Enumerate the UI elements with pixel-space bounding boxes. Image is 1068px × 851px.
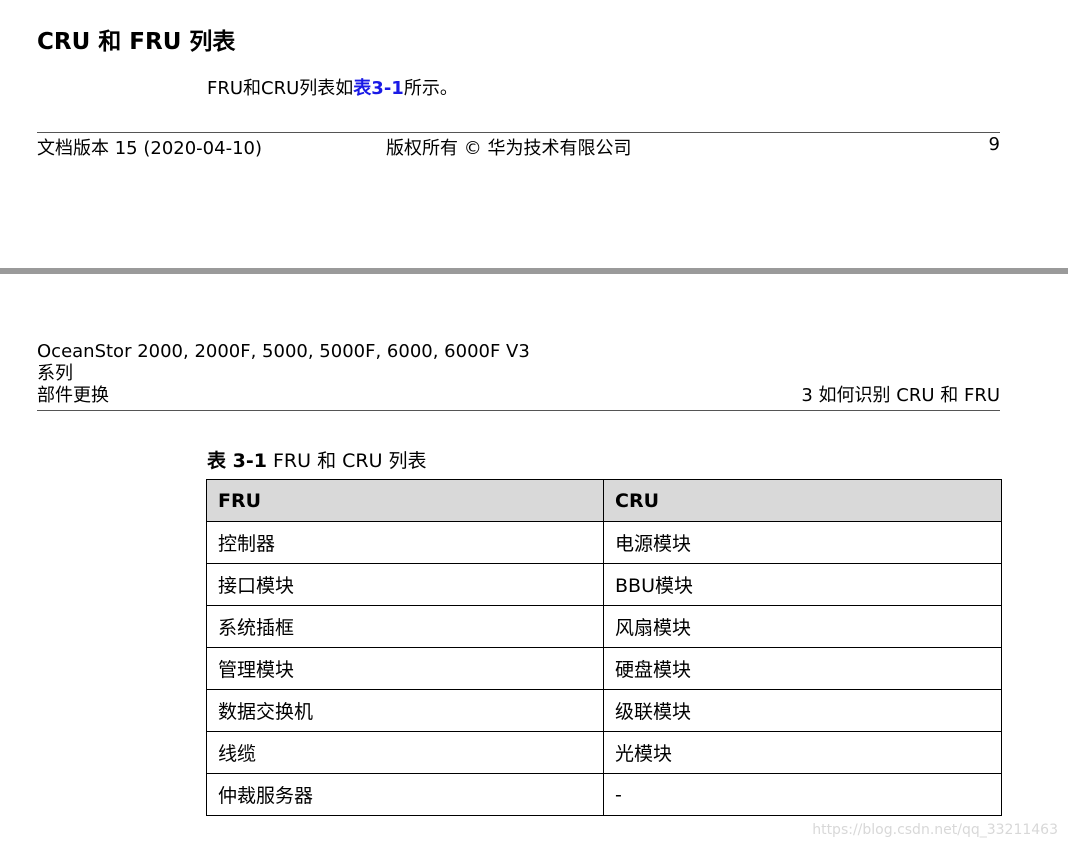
cru-cell: 硬盘模块 — [603, 647, 1002, 690]
fru-cru-table: FRU CRU 控制器 电源模块 接口模块 BBU模块 系统插框 风扇模块 管理… — [206, 479, 1002, 816]
fru-cell: 控制器 — [206, 521, 604, 564]
intro-suffix: 所示。 — [403, 78, 458, 99]
product-name-line1: OceanStor 2000, 2000F, 5000, 5000F, 6000… — [37, 341, 530, 362]
fru-cell: 数据交换机 — [206, 689, 604, 732]
product-name-line2: 系列 — [37, 363, 73, 384]
column-header-cru: CRU — [603, 479, 1002, 522]
section-title: CRU 和 FRU 列表 — [37, 29, 236, 55]
cru-cell: 级联模块 — [603, 689, 1002, 732]
table-caption-text: FRU 和 CRU 列表 — [266, 450, 427, 472]
chapter-title: 3 如何识别 CRU 和 FRU — [801, 385, 1000, 406]
table-caption-label: 表 3-1 — [207, 450, 267, 472]
doc-version: 文档版本 15 (2020-04-10) — [37, 138, 262, 159]
table-row: 接口模块 BBU模块 — [206, 563, 1002, 606]
cru-cell: 光模块 — [603, 731, 1002, 774]
table-ref-link[interactable]: 表3-1 — [353, 78, 404, 99]
table-row: 数据交换机 级联模块 — [206, 689, 1002, 732]
intro-prefix: FRU和CRU列表如 — [207, 78, 354, 99]
table-row: 线缆 光模块 — [206, 731, 1002, 774]
fru-cell: 线缆 — [206, 731, 604, 774]
fru-cell: 接口模块 — [206, 563, 604, 606]
table-row: 管理模块 硬盘模块 — [206, 647, 1002, 690]
table-row: 仲裁服务器 - — [206, 773, 1002, 816]
table-row: 控制器 电源模块 — [206, 521, 1002, 564]
table-row: 系统插框 风扇模块 — [206, 605, 1002, 648]
fru-cell: 管理模块 — [206, 647, 604, 690]
column-header-fru: FRU — [206, 479, 604, 522]
fru-cell: 系统插框 — [206, 605, 604, 648]
watermark: https://blog.csdn.net/qq_33211463 — [812, 822, 1058, 838]
page-header: OceanStor 2000, 2000F, 5000, 5000F, 6000… — [37, 341, 1000, 407]
page-number: 9 — [988, 134, 1000, 155]
header-divider — [37, 410, 1000, 411]
fru-cell: 仲裁服务器 — [206, 773, 604, 816]
cru-cell: BBU模块 — [603, 563, 1002, 606]
cru-cell: - — [603, 773, 1002, 816]
table-header-row: FRU CRU — [206, 479, 1002, 522]
footer-divider — [37, 132, 1000, 133]
cru-cell: 电源模块 — [603, 521, 1002, 564]
cru-cell: 风扇模块 — [603, 605, 1002, 648]
copyright: 版权所有 © 华为技术有限公司 — [386, 138, 632, 159]
intro-paragraph: FRU和CRU列表如表3-1所示。 — [207, 74, 458, 100]
page-footer: 文档版本 15 (2020-04-10) 版权所有 © 华为技术有限公司 9 — [37, 134, 1000, 159]
page-separator — [0, 268, 1068, 274]
table-caption: 表 3-1 FRU 和 CRU 列表 — [207, 446, 427, 473]
